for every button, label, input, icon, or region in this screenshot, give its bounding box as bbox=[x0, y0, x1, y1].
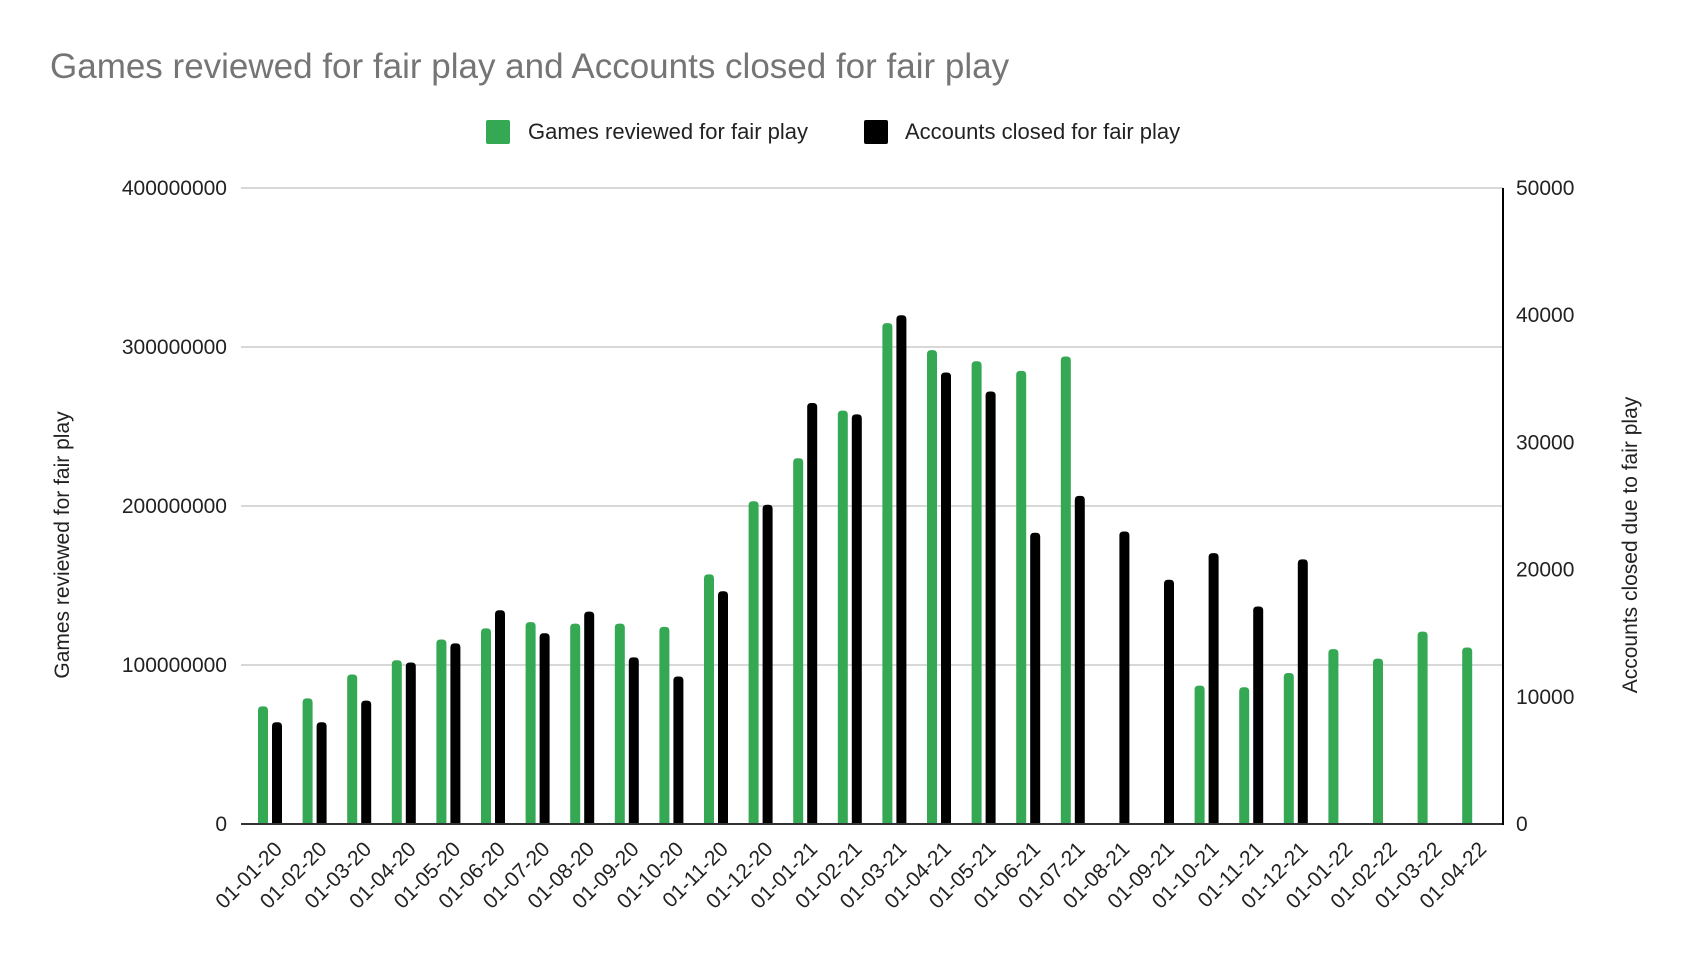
bar-games-reviewed[interactable] bbox=[882, 323, 893, 824]
left-tick-label: 100000000 bbox=[122, 654, 227, 677]
left-tick-label: 400000000 bbox=[122, 177, 227, 200]
bar-games-reviewed[interactable] bbox=[837, 410, 848, 824]
bar-accounts-closed[interactable] bbox=[1253, 606, 1264, 824]
right-tick-label: 10000 bbox=[1516, 686, 1574, 709]
bar-accounts-closed[interactable] bbox=[1119, 531, 1130, 824]
bar-games-reviewed[interactable] bbox=[1194, 685, 1205, 824]
bar-accounts-closed[interactable] bbox=[1297, 559, 1308, 824]
bar-accounts-closed[interactable] bbox=[1208, 553, 1219, 824]
right-tick-label: 20000 bbox=[1516, 559, 1574, 582]
bar-games-reviewed[interactable] bbox=[614, 623, 625, 824]
bar-games-reviewed[interactable] bbox=[1462, 647, 1473, 824]
bar-games-reviewed[interactable] bbox=[258, 706, 268, 824]
bar-accounts-closed[interactable] bbox=[316, 722, 327, 824]
bar-games-reviewed[interactable] bbox=[748, 501, 759, 824]
bar-games-reviewed[interactable] bbox=[1283, 672, 1294, 824]
bar-games-reviewed[interactable] bbox=[525, 622, 536, 824]
left-axis-title: Games reviewed for fair play bbox=[51, 411, 74, 679]
bar-accounts-closed[interactable] bbox=[1030, 532, 1041, 824]
bar-games-reviewed[interactable] bbox=[481, 628, 491, 824]
bar-accounts-closed[interactable] bbox=[539, 633, 550, 824]
left-tick-label: 300000000 bbox=[122, 336, 227, 359]
bar-accounts-closed[interactable] bbox=[1074, 495, 1085, 824]
bar-games-reviewed[interactable] bbox=[1328, 649, 1339, 824]
bar-games-reviewed[interactable] bbox=[793, 458, 804, 824]
bar-accounts-closed[interactable] bbox=[673, 676, 684, 824]
bar-games-reviewed[interactable] bbox=[436, 639, 447, 824]
bar-games-reviewed[interactable] bbox=[1060, 356, 1071, 824]
right-tick-label: 30000 bbox=[1516, 431, 1574, 454]
right-tick-label: 40000 bbox=[1516, 304, 1574, 327]
bar-accounts-closed[interactable] bbox=[361, 700, 372, 824]
bar-accounts-closed[interactable] bbox=[851, 414, 862, 824]
bar-accounts-closed[interactable] bbox=[450, 643, 461, 824]
bar-accounts-closed[interactable] bbox=[1164, 579, 1174, 824]
bar-accounts-closed[interactable] bbox=[762, 504, 773, 824]
bar-games-reviewed[interactable] bbox=[1373, 658, 1383, 824]
bar-accounts-closed[interactable] bbox=[272, 722, 282, 824]
legend-item-accounts[interactable]: Accounts closed for fair play bbox=[864, 119, 1180, 144]
bar-games-reviewed[interactable] bbox=[347, 674, 358, 824]
bar-accounts-closed[interactable] bbox=[985, 391, 996, 824]
bar-games-reviewed[interactable] bbox=[927, 350, 937, 824]
bar-games-reviewed[interactable] bbox=[704, 574, 714, 824]
bar-games-reviewed[interactable] bbox=[1239, 687, 1250, 824]
left-tick-label: 0 bbox=[215, 813, 227, 836]
chart-title: Games reviewed for fair play and Account… bbox=[50, 47, 1010, 86]
bar-games-reviewed[interactable] bbox=[971, 361, 982, 824]
right-axis-title: Accounts closed due to fair play bbox=[1619, 396, 1642, 693]
legend-swatch-games bbox=[486, 120, 510, 144]
right-tick-label: 50000 bbox=[1516, 177, 1574, 200]
bar-accounts-closed[interactable] bbox=[584, 611, 595, 824]
bar-games-reviewed[interactable] bbox=[570, 623, 581, 824]
bar-games-reviewed[interactable] bbox=[659, 626, 670, 824]
bar-games-reviewed[interactable] bbox=[1417, 631, 1428, 824]
bar-games-reviewed[interactable] bbox=[1016, 370, 1027, 824]
bar-accounts-closed[interactable] bbox=[628, 657, 639, 824]
legend-item-games[interactable]: Games reviewed for fair play bbox=[486, 119, 808, 144]
bar-accounts-closed[interactable] bbox=[718, 591, 728, 824]
bar-accounts-closed[interactable] bbox=[807, 402, 818, 824]
legend-swatch-accounts bbox=[864, 120, 888, 144]
legend-label-accounts: Accounts closed for fair play bbox=[905, 119, 1180, 144]
bar-accounts-closed[interactable] bbox=[941, 372, 951, 824]
bar-games-reviewed[interactable] bbox=[391, 660, 402, 824]
bar-accounts-closed[interactable] bbox=[495, 610, 505, 824]
legend-label-games: Games reviewed for fair play bbox=[528, 119, 808, 144]
bar-games-reviewed[interactable] bbox=[302, 698, 313, 824]
chart: Games reviewed for fair play and Account… bbox=[0, 0, 1690, 962]
left-tick-label: 200000000 bbox=[122, 495, 227, 518]
bar-accounts-closed[interactable] bbox=[405, 662, 416, 824]
right-tick-label: 0 bbox=[1516, 813, 1528, 836]
bar-accounts-closed[interactable] bbox=[896, 315, 907, 824]
